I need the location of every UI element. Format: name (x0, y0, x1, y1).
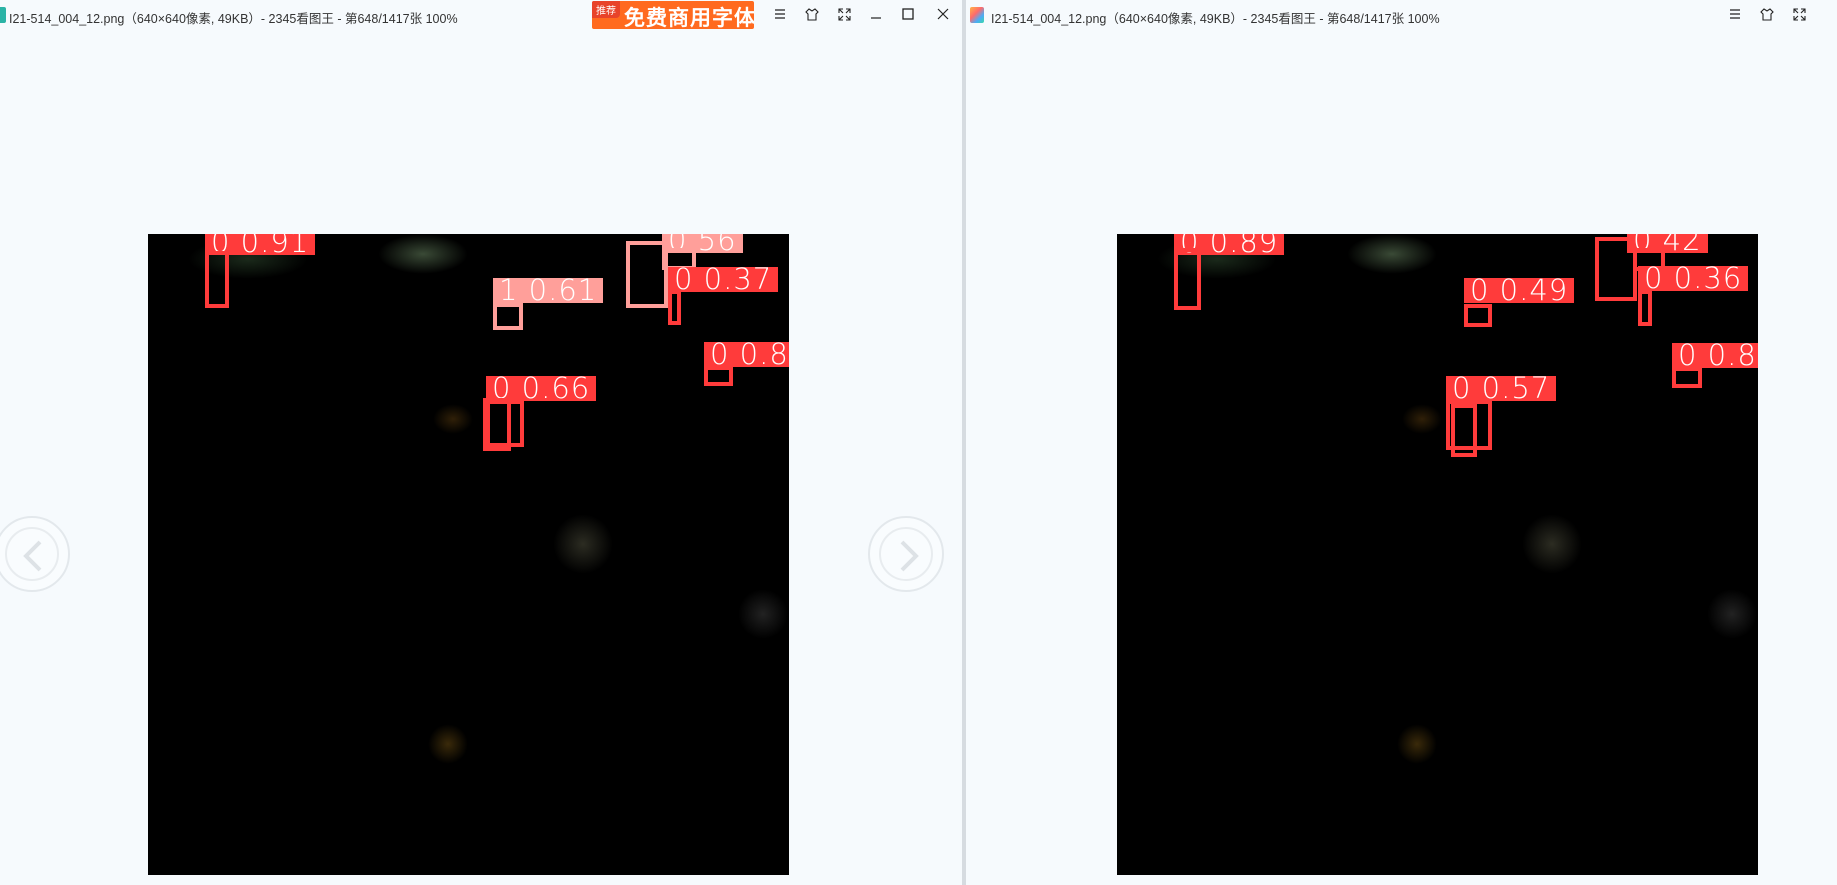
menu-icon[interactable] (1725, 6, 1745, 26)
minimize-icon[interactable] (866, 6, 886, 26)
promo-tag: 推荐 (592, 1, 620, 18)
left-titlebar[interactable]: I21-514_004_12.png（640×640像素, 49KB）- 234… (0, 0, 962, 30)
image-glow (1522, 514, 1582, 574)
detection-label: 0 0.36 (1638, 266, 1749, 291)
fullscreen-icon[interactable] (1789, 6, 1809, 26)
app-icon (0, 7, 6, 23)
image-glow (433, 404, 473, 434)
detection-box (1451, 404, 1477, 457)
detection-box (704, 366, 733, 386)
image-glow (1402, 404, 1442, 434)
image-glow (1347, 234, 1437, 274)
app-icon (970, 7, 984, 23)
fullscreen-icon[interactable] (834, 6, 854, 26)
right-titlebar[interactable]: I21-514_004_12.png（640×640像素, 49KB）- 234… (966, 0, 1837, 30)
detection-box (1672, 367, 1702, 388)
detection-label: 0 0.8 (1672, 343, 1758, 368)
menu-icon[interactable] (770, 6, 790, 26)
image-glow (553, 514, 613, 574)
detection-box (1638, 290, 1652, 326)
chevron-left-icon (23, 540, 42, 572)
detection-box (205, 251, 229, 308)
image-glow (1707, 589, 1757, 639)
close-icon[interactable] (933, 6, 953, 26)
promo-banner[interactable]: 推荐 免费商用字体 (592, 1, 754, 29)
detection-label: 0 0.49 (1464, 278, 1575, 303)
window-title: I21-514_004_12.png（640×640像素, 49KB）- 234… (991, 12, 1440, 26)
image-canvas[interactable]: 0 0.89 0.42 0 0.36 0 0.49 0 0.8 0 0.57 (1117, 234, 1758, 875)
skin-icon[interactable] (802, 6, 822, 26)
detection-box (668, 290, 681, 325)
chevron-right-icon (900, 540, 919, 572)
detection-box (1464, 304, 1492, 327)
next-image-button[interactable] (868, 516, 944, 592)
window-title: I21-514_004_12.png（640×640像素, 49KB）- 234… (9, 12, 458, 26)
detection-label: 1 0.61 (493, 278, 604, 303)
image-canvas[interactable]: 0 0.91 0.56 0 0.37 1 0.61 0 0.8 0 0.66 (148, 234, 789, 875)
maximize-icon[interactable] (898, 6, 918, 26)
detection-box (483, 398, 511, 451)
detection-box (1174, 248, 1201, 310)
left-viewer-window: I21-514_004_12.png（640×640像素, 49KB）- 234… (0, 0, 962, 885)
image-glow (738, 589, 788, 639)
prev-image-button[interactable] (0, 516, 70, 592)
detection-label: 0 0.37 (668, 267, 779, 292)
image-glow (378, 234, 468, 274)
promo-text: 免费商用字体 (624, 7, 754, 29)
skin-icon[interactable] (1757, 6, 1777, 26)
detection-label: 0 0.8 (704, 342, 789, 367)
detection-label: 0 0.57 (1446, 376, 1557, 401)
image-glow (1397, 724, 1437, 764)
detection-box (493, 303, 523, 330)
right-viewer-window: I21-514_004_12.png（640×640像素, 49KB）- 234… (966, 0, 1837, 885)
image-glow (428, 724, 468, 764)
